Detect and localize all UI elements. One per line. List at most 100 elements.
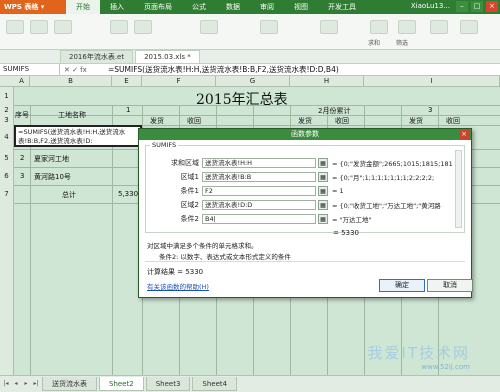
row-site[interactable]: 夏家河工地 — [34, 154, 69, 164]
argument-description: 条件2: 以数字、表达式或文本形式定义的条件 — [159, 253, 291, 261]
total-value[interactable]: 5,330 — [118, 190, 138, 198]
col-header-f[interactable]: F — [142, 76, 216, 87]
range-select-icon[interactable]: ▦ — [318, 172, 328, 182]
sheet-tab-bar: |◂ ◂ ▸ ▸| 送货流水表 Sheet2 Sheet3 Sheet4 — [0, 375, 500, 392]
row-header-7[interactable]: 7 — [0, 185, 14, 203]
total-label[interactable]: 总计 — [62, 190, 76, 200]
cut-icon[interactable] — [30, 20, 48, 34]
range-select-icon[interactable]: ▦ — [318, 200, 328, 210]
col-header-i[interactable]: I — [364, 76, 500, 87]
sheet-tab-sheet3[interactable]: Sheet3 — [145, 377, 191, 391]
menu-page-layout[interactable]: 页面布局 — [134, 0, 182, 14]
row-seq[interactable]: 2 — [20, 154, 24, 162]
col-header-h[interactable]: H — [290, 76, 364, 87]
name-box[interactable]: SUMIFS — [0, 64, 60, 75]
format-icon[interactable] — [460, 20, 478, 34]
sheet-title[interactable]: 2015年汇总表 — [196, 89, 288, 109]
bold-icon[interactable] — [110, 20, 128, 34]
range-select-icon[interactable]: ▦ — [318, 214, 328, 224]
arg-row-criteria2: 条件2 B4| ▦ = "万达工地" — [160, 214, 472, 224]
subheader-return[interactable]: 收回 — [187, 116, 201, 126]
function-name: SUMIFS — [150, 141, 179, 149]
arguments-scrollbar[interactable] — [455, 150, 462, 228]
paste-icon[interactable] — [6, 20, 24, 34]
row-site[interactable]: 黄河路10号 — [34, 172, 71, 182]
number-format-icon[interactable] — [260, 20, 278, 34]
formula-input[interactable]: =SUMIFS(送货流水表!H:H,送货流水表!B:B,F2,送货流水表!D:D… — [108, 64, 339, 75]
fx-icon[interactable]: ✕ ✓ fx — [60, 66, 108, 74]
subheader-ship[interactable]: 发货 — [298, 116, 312, 126]
sheet-tab-sheet2[interactable]: Sheet2 — [99, 377, 144, 391]
col-header-b[interactable]: B — [30, 76, 112, 87]
arg-label: 条件1 — [180, 187, 199, 195]
criteria2-input[interactable]: B4| — [202, 214, 316, 224]
maximize-icon[interactable]: □ — [471, 1, 483, 12]
dialog-title-bar[interactable]: 函数参数 × — [139, 129, 471, 140]
row-header-6[interactable]: 6 — [0, 167, 14, 185]
menu-developer[interactable]: 开发工具 — [318, 0, 366, 14]
sum-icon[interactable] — [370, 20, 388, 34]
subheader-return[interactable]: 收回 — [335, 116, 349, 126]
font-box-icon[interactable] — [54, 20, 72, 34]
subheader-ship[interactable]: 发货 — [409, 116, 423, 126]
cancel-button[interactable]: 取消 — [427, 279, 473, 292]
sort-icon[interactable] — [430, 20, 448, 34]
ribbon: 求和 筛选 — [0, 14, 500, 50]
row-header-4[interactable]: 4 — [0, 125, 14, 149]
menu-home[interactable]: 开始 — [66, 0, 100, 14]
align-icon[interactable] — [134, 20, 152, 34]
arg-row-sum-range: 求和区域 送货流水表!H:H ▦ = {0;"发货金额";2665;1015;1… — [160, 158, 472, 168]
header-col-e[interactable]: 1 — [126, 106, 130, 114]
menu-review[interactable]: 审阅 — [250, 0, 284, 14]
active-cell-editor[interactable]: =SUMIFS(送货流水表!H:H,送货流水表!B:B,F2,送货流水表!D: — [14, 125, 142, 147]
arg-label: 条件2 — [180, 215, 199, 223]
menu-data[interactable]: 数据 — [216, 0, 250, 14]
col-header-g[interactable]: G — [216, 76, 290, 87]
wps-app-button[interactable]: WPS 表格 ▾ — [0, 0, 66, 14]
minimize-icon[interactable]: – — [456, 1, 468, 12]
criteria1-input[interactable]: F2 — [202, 186, 316, 196]
column-header: A B E F G H I — [0, 76, 500, 87]
function-result: = 5330 — [333, 229, 359, 237]
subheader-ship[interactable]: 发货 — [150, 116, 164, 126]
first-sheet-icon[interactable]: |◂ — [2, 380, 10, 389]
conditional-format-icon[interactable] — [320, 20, 338, 34]
menu-formulas[interactable]: 公式 — [182, 0, 216, 14]
help-link[interactable]: 有关该函数的帮助(H) — [147, 281, 209, 291]
sum-range-input[interactable]: 送货流水表!H:H — [202, 158, 316, 168]
row-header-5[interactable]: 5 — [0, 149, 14, 167]
header-site[interactable]: 工地名称 — [58, 110, 86, 120]
document-tabs: 2016年流水表.et 2015.03.xls * — [0, 50, 500, 64]
ok-button[interactable]: 确定 — [379, 279, 425, 292]
header-col-i[interactable]: 3 — [428, 106, 432, 114]
user-name[interactable]: XiaoLu13... — [411, 2, 450, 10]
app-name: WPS 表格 — [4, 3, 39, 11]
doc-tab-2015[interactable]: 2015.03.xls * — [135, 50, 200, 63]
doc-tab-2016[interactable]: 2016年流水表.et — [60, 50, 134, 63]
menu-view[interactable]: 视图 — [284, 0, 318, 14]
subheader-return[interactable]: 收回 — [446, 116, 460, 126]
header-col-g[interactable]: 2月份累计 — [318, 106, 350, 116]
row-header-2[interactable]: 2 — [0, 105, 14, 115]
sheet-tab-sheet4[interactable]: Sheet4 — [192, 377, 238, 391]
range-select-icon[interactable]: ▦ — [318, 158, 328, 168]
next-sheet-icon[interactable]: ▸ — [22, 380, 30, 389]
range2-input[interactable]: 送货流水表!D:D — [202, 200, 316, 210]
col-header-a[interactable]: A — [14, 76, 30, 87]
filter-icon[interactable] — [398, 20, 416, 34]
sheet-tab-shipping-log[interactable]: 送货流水表 — [42, 377, 97, 391]
row-header-3[interactable]: 3 — [0, 115, 14, 125]
menu-insert[interactable]: 插入 — [100, 0, 134, 14]
header-seq[interactable]: 序号 — [15, 110, 29, 120]
row-seq[interactable]: 3 — [20, 172, 24, 180]
range-select-icon[interactable]: ▦ — [318, 186, 328, 196]
last-sheet-icon[interactable]: ▸| — [32, 380, 40, 389]
col-header-e[interactable]: E — [112, 76, 142, 87]
dialog-close-icon[interactable]: × — [459, 130, 469, 139]
close-icon[interactable]: × — [486, 1, 498, 12]
merge-icon[interactable] — [200, 20, 218, 34]
arg-result: = {0;"月";1;1;1;1;1;1;1;2;2;2;2; — [332, 174, 435, 182]
row-header-1[interactable]: 1 — [0, 87, 14, 105]
prev-sheet-icon[interactable]: ◂ — [12, 380, 20, 389]
range1-input[interactable]: 送货流水表!B:B — [202, 172, 316, 182]
